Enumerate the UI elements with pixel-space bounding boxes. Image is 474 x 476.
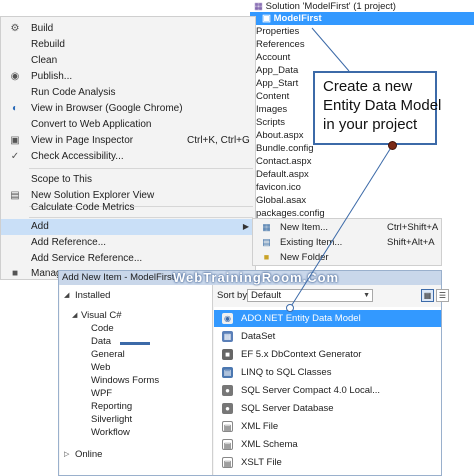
callout-anchor-dot — [388, 141, 397, 150]
callout-line: in your project — [323, 116, 418, 133]
connector-to-template — [289, 145, 393, 309]
callout-line: Create a new — [323, 78, 413, 95]
callout-line: Entity Data Model — [323, 97, 442, 114]
connector-to-project — [311, 27, 350, 72]
connector-end-dot — [286, 304, 294, 312]
callout-box: Create a new Entity Data Model in your p… — [313, 71, 442, 145]
